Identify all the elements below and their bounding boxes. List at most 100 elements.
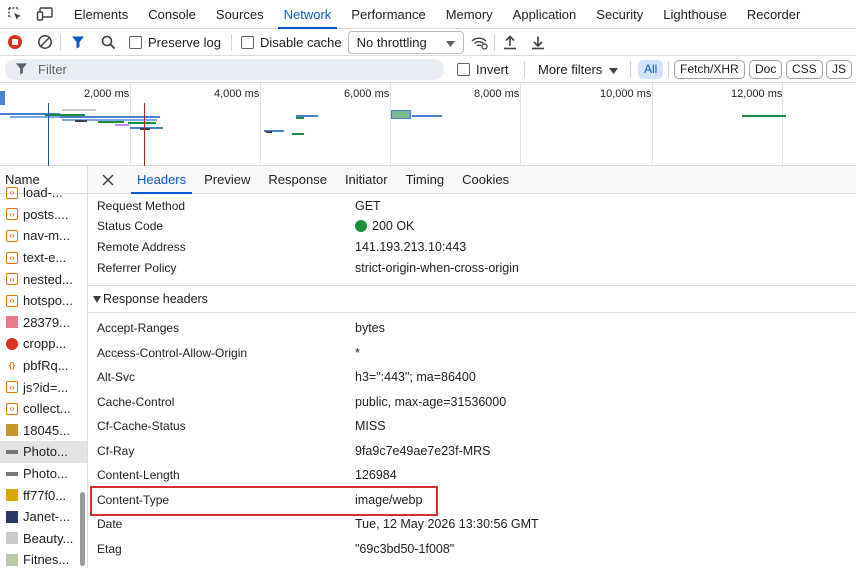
filter-chip-all[interactable]: All xyxy=(638,60,664,79)
tab-elements[interactable]: Elements xyxy=(64,0,138,29)
disable-cache-checkbox[interactable]: Disable cache xyxy=(240,29,342,56)
filter-funnel-icon[interactable] xyxy=(61,29,95,56)
request-name: pbfRq... xyxy=(23,358,69,374)
content-type-highlight-box xyxy=(90,486,438,516)
waterfall-bar xyxy=(0,91,5,105)
header-key: Request Method xyxy=(97,199,186,213)
network-conditions-icon[interactable] xyxy=(464,29,494,56)
request-row[interactable]: 28379... xyxy=(0,312,87,334)
request-row[interactable]: ‹› text-e... xyxy=(0,247,87,269)
network-toolbar: Preserve log Disable cache No throttling xyxy=(0,29,856,56)
waterfall-bar xyxy=(115,124,129,126)
request-row[interactable]: ‹› hotspo... xyxy=(0,290,87,312)
close-icon[interactable] xyxy=(88,166,128,194)
header-value[interactable]: * xyxy=(355,346,360,360)
more-filters-dropdown[interactable]: More filters xyxy=(538,56,619,83)
request-list: Name ‹› load-... ‹› posts.... ‹› nav-m... ‹› te… xyxy=(0,166,88,568)
search-icon[interactable] xyxy=(95,29,121,56)
request-list-scrollbar[interactable] xyxy=(80,492,85,566)
header-value[interactable]: public, max-age=31536000 xyxy=(355,395,506,409)
header-value[interactable]: strict-origin-when-cross-origin xyxy=(355,261,519,275)
request-row[interactable]: ff77f0... xyxy=(0,484,87,506)
image-thumbnail-icon xyxy=(6,553,18,566)
request-row[interactable]: Beauty... xyxy=(0,528,87,550)
image-thumbnail-icon xyxy=(6,316,18,329)
header-value[interactable]: MISS xyxy=(355,419,386,433)
filter-chip-fetch-xhr[interactable]: Fetch/XHR xyxy=(674,60,745,79)
header-value[interactable]: GET xyxy=(355,199,381,213)
request-name: load-... xyxy=(23,185,63,201)
request-row[interactable]: {} pbfRq... xyxy=(0,355,87,377)
header-value[interactable]: 126984 xyxy=(355,468,397,482)
header-key: Referrer Policy xyxy=(97,261,177,275)
tab-network[interactable]: Network xyxy=(274,0,342,29)
request-row[interactable]: ‹› js?id=... xyxy=(0,376,87,398)
header-value[interactable]: 141.193.213.10:443 xyxy=(355,240,466,254)
filter-placeholder: Filter xyxy=(38,62,67,77)
details-tab-response[interactable]: Response xyxy=(259,166,336,194)
tab-memory[interactable]: Memory xyxy=(436,0,503,29)
header-value[interactable]: h3=":443"; ma=86400 xyxy=(355,370,476,384)
request-name: collect... xyxy=(23,401,71,417)
request-row[interactable]: Fitnes... xyxy=(0,549,87,568)
tab-lighthouse[interactable]: Lighthouse xyxy=(653,0,737,29)
request-row[interactable]: ‹› nested... xyxy=(0,268,87,290)
tab-application[interactable]: Application xyxy=(503,0,587,29)
request-row[interactable]: Janet-... xyxy=(0,506,87,528)
header-value[interactable]: 9fa9c7e49ae7e23f-MRS xyxy=(355,444,491,458)
device-toolbar-icon[interactable] xyxy=(30,0,60,29)
filter-chip-doc[interactable]: Doc xyxy=(749,60,783,79)
request-row[interactable]: ‹› load-... xyxy=(0,182,87,204)
request-name: Photo... xyxy=(23,466,68,482)
tab-sources[interactable]: Sources xyxy=(206,0,274,29)
filter-chip-js[interactable]: JS xyxy=(826,60,853,79)
timeline-gridline xyxy=(520,83,521,166)
filter-input[interactable]: Filter xyxy=(5,59,444,80)
header-key: Date xyxy=(97,517,123,531)
details-tab-preview[interactable]: Preview xyxy=(195,166,259,194)
import-har-icon[interactable] xyxy=(495,29,525,56)
request-row[interactable]: ‹› collect... xyxy=(0,398,87,420)
more-filters-label: More filters xyxy=(538,62,603,77)
header-value[interactable]: 200 OK xyxy=(355,219,414,233)
header-value[interactable]: Tue, 12 May 2026 13:30:56 GMT xyxy=(355,517,539,531)
request-row[interactable]: Photo... xyxy=(0,463,87,485)
response-headers-section-toggle[interactable]: Response headers xyxy=(88,285,856,313)
inspect-element-icon[interactable] xyxy=(0,0,30,29)
timeline-tick: 10,000 ms xyxy=(600,88,652,100)
image-thumbnail-icon xyxy=(6,532,18,545)
tab-console[interactable]: Console xyxy=(138,0,206,29)
timeline-tick: 12,000 ms xyxy=(731,88,783,100)
details-tab-headers[interactable]: Headers xyxy=(128,166,195,194)
details-tab-bar: Headers Preview Response Initiator Timing Coo… xyxy=(88,166,856,194)
clear-icon[interactable] xyxy=(30,29,60,56)
request-name: js?id=... xyxy=(23,379,69,395)
details-tab-cookies[interactable]: Cookies xyxy=(453,166,518,194)
header-value[interactable]: "69c3bd50-1f008" xyxy=(355,542,454,556)
image-thumbnail-icon xyxy=(6,489,18,502)
invert-checkbox[interactable]: Invert xyxy=(457,56,509,83)
details-tab-initiator[interactable]: Initiator xyxy=(336,166,397,194)
tab-security[interactable]: Security xyxy=(586,0,653,29)
waterfall-bar xyxy=(140,128,150,130)
network-overview-timeline[interactable]: 2,000 ms 4,000 ms 6,000 ms 8,000 ms 10,0… xyxy=(0,83,856,166)
checkbox-box[interactable] xyxy=(457,63,470,76)
header-value[interactable]: bytes xyxy=(355,321,385,335)
response-headers-title: Response headers xyxy=(103,292,208,306)
details-tab-timing[interactable]: Timing xyxy=(397,166,454,194)
tab-performance[interactable]: Performance xyxy=(341,0,435,29)
checkbox-box[interactable] xyxy=(240,35,254,49)
export-har-icon[interactable] xyxy=(525,29,551,56)
request-row[interactable]: Photo... xyxy=(0,441,87,463)
checkbox-box[interactable] xyxy=(129,35,142,49)
request-row[interactable]: ‹› nav-m... xyxy=(0,225,87,247)
request-row[interactable]: ‹› posts.... xyxy=(0,204,87,226)
record-stop-icon[interactable] xyxy=(0,29,30,56)
request-row[interactable]: cropp... xyxy=(0,333,87,355)
throttling-select[interactable]: No throttling xyxy=(347,30,464,54)
request-row[interactable]: 18045... xyxy=(0,420,87,442)
filter-chip-css[interactable]: CSS xyxy=(786,60,823,79)
request-name: 28379... xyxy=(23,314,70,330)
preserve-log-checkbox[interactable]: Preserve log xyxy=(129,29,221,56)
tab-recorder[interactable]: Recorder xyxy=(737,0,810,29)
